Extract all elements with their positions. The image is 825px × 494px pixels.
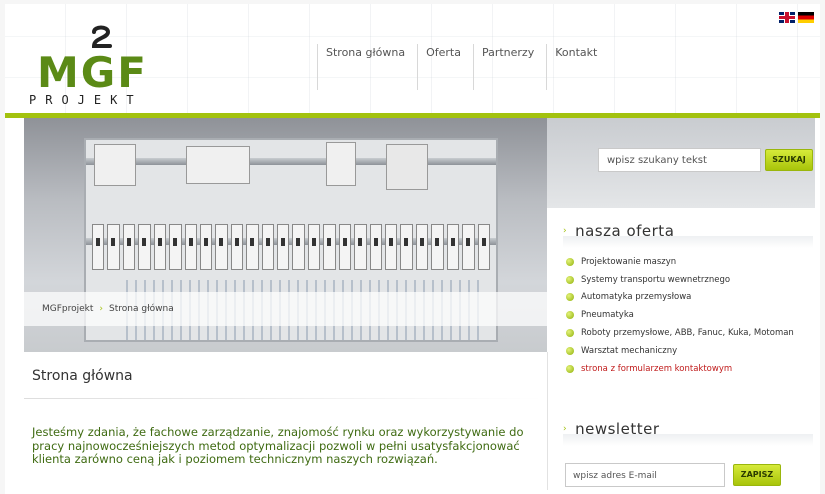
- offer-title: › nasza oferta: [563, 222, 674, 240]
- offer-item[interactable]: Pneumatyka: [566, 306, 794, 324]
- din-rail: [86, 158, 496, 165]
- breaker-module: [94, 144, 136, 186]
- main-nav: Strona główna Oferta Partnerzy Kontakt: [317, 44, 609, 90]
- site-logo[interactable]: MGF PROJEKT: [27, 24, 177, 106]
- newsletter-title-text: newsletter: [575, 420, 660, 438]
- newsletter-title: › newsletter: [563, 420, 659, 438]
- offer-item-label: Automatyka przemysłowa: [581, 292, 692, 303]
- offer-item-label: Projektowanie maszyn: [581, 256, 677, 267]
- logo-mark-icon: [91, 25, 112, 48]
- offer-item-label: Pneumatyka: [581, 310, 634, 321]
- logo-subtext: PROJEKT: [29, 93, 143, 107]
- offer-item[interactable]: Systemy transportu wewnetrznego: [566, 271, 794, 289]
- offer-item-label: Roboty przemysłowe, ABB, Fanuc, Kuka, Mo…: [581, 328, 794, 339]
- relay-module: [186, 146, 250, 184]
- search-button[interactable]: SZUKAJ: [765, 149, 813, 171]
- breaker-row: [92, 224, 490, 270]
- nav-offer[interactable]: Oferta: [417, 44, 473, 90]
- bullet-icon: [566, 311, 574, 320]
- terminal-module: [326, 142, 356, 186]
- search-input[interactable]: wpisz szukany tekst: [598, 148, 761, 172]
- de-flag-icon[interactable]: [798, 12, 814, 23]
- intro-text: Jesteśmy zdania, że fachowe zarządzanie,…: [32, 425, 524, 466]
- bullet-icon: [566, 293, 574, 302]
- newsletter-email-input[interactable]: wpisz adres E-mail: [565, 463, 725, 487]
- bullet-icon: [566, 257, 574, 266]
- nav-partners[interactable]: Partnerzy: [472, 44, 546, 90]
- bullet-icon: [566, 275, 574, 284]
- newsletter-subscribe-button[interactable]: ZAPISZ: [733, 464, 781, 486]
- site-header: MGF PROJEKT Strona główna Oferta Partner…: [5, 4, 820, 118]
- nav-contact[interactable]: Kontakt: [546, 44, 609, 90]
- chevron-right-icon: ›: [563, 226, 568, 236]
- offer-item[interactable]: Projektowanie maszyn: [566, 253, 794, 271]
- offer-title-text: nasza oferta: [575, 222, 675, 240]
- bullet-icon: [566, 346, 574, 355]
- offer-item-label: Warsztat mechaniczny: [581, 345, 678, 356]
- column-divider: [547, 352, 548, 490]
- offer-item[interactable]: Automatyka przemysłowa: [566, 289, 794, 307]
- power-supply: [386, 144, 428, 190]
- nav-home[interactable]: Strona główna: [317, 44, 417, 90]
- offer-item-label: strona z formularzem kontaktowym: [581, 363, 733, 374]
- breadcrumb: MGFprojekt › Strona główna: [42, 304, 174, 314]
- en-flag-icon[interactable]: [779, 12, 795, 23]
- offer-item[interactable]: Warsztat mechaniczny: [566, 342, 794, 360]
- offer-list: Projektowanie maszyn Systemy transportu …: [566, 253, 794, 378]
- offer-item[interactable]: Roboty przemysłowe, ABB, Fanuc, Kuka, Mo…: [566, 324, 794, 342]
- breadcrumb-separator-icon: ›: [99, 304, 104, 314]
- breadcrumb-home[interactable]: MGFprojekt: [42, 304, 93, 314]
- logo-text: MGF: [37, 48, 148, 97]
- language-switcher: [779, 12, 814, 23]
- breadcrumb-current: Strona główna: [109, 304, 174, 314]
- offer-item-label: Systemy transportu wewnetrznego: [581, 274, 731, 285]
- bullet-icon: [566, 329, 574, 338]
- page-title: Strona główna: [32, 368, 133, 384]
- chevron-right-icon: ›: [563, 424, 568, 434]
- title-divider: [24, 398, 544, 399]
- bullet-icon: [566, 364, 574, 373]
- contact-form-link[interactable]: strona z formularzem kontaktowym: [566, 360, 794, 378]
